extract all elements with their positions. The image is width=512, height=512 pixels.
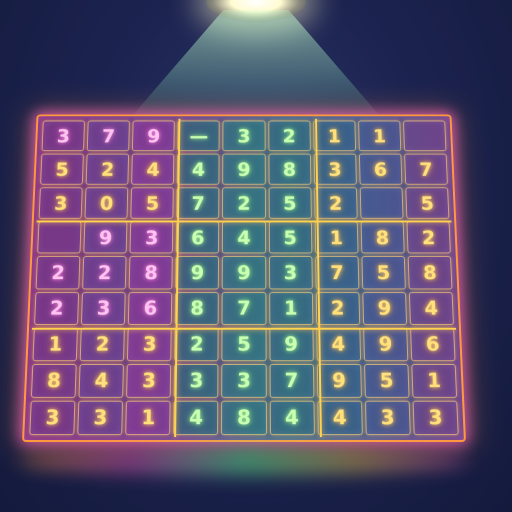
sudoku-cell-r3-c4[interactable]: 7 — [176, 187, 220, 220]
sudoku-cell-r2-c2[interactable]: 2 — [85, 153, 130, 185]
sudoku-cell-r7-c6[interactable]: 9 — [268, 327, 314, 361]
sudoku-cell-r6-c7[interactable]: 2 — [315, 291, 360, 325]
sudoku-cell-r7-c2[interactable]: 2 — [79, 327, 126, 361]
sudoku-cell-r9-c4[interactable]: 4 — [173, 400, 219, 436]
sudoku-cell-r2-c6[interactable]: 8 — [268, 153, 312, 185]
sudoku-cell-r3-c1[interactable]: 3 — [38, 187, 83, 220]
sudoku-cell-r5-c6[interactable]: 3 — [268, 256, 313, 289]
sudoku-cell-r4-c4[interactable]: 6 — [175, 221, 220, 254]
board-reflection — [20, 446, 468, 476]
sudoku-cell-r8-c5[interactable]: 3 — [221, 363, 267, 398]
sudoku-cell-r6-c4[interactable]: 8 — [174, 291, 220, 325]
sudoku-cell-r5-c9[interactable]: 8 — [407, 256, 453, 289]
sudoku-cell-r2-c4[interactable]: 4 — [176, 153, 220, 185]
sudoku-cell-r1-c4[interactable]: — — [177, 120, 221, 152]
sudoku-cell-r7-c3[interactable]: 3 — [127, 327, 173, 361]
sudoku-cell-r9-c3[interactable]: 1 — [125, 400, 171, 436]
sudoku-cell-r9-c5[interactable]: 8 — [221, 400, 267, 436]
sudoku-cell-r8-c3[interactable]: 3 — [126, 363, 172, 398]
sudoku-cell-r1-c2[interactable]: 7 — [86, 120, 131, 152]
sudoku-cell-r8-c6[interactable]: 7 — [269, 363, 315, 398]
sudoku-cell-r2-c9[interactable]: 7 — [404, 153, 448, 185]
sudoku-cell-r3-c5[interactable]: 2 — [222, 187, 266, 220]
sudoku-cell-r7-c7[interactable]: 4 — [315, 327, 361, 361]
sudoku-cell-r1-c7[interactable]: 1 — [312, 120, 356, 152]
sudoku-cell-r3-c8[interactable] — [359, 187, 404, 220]
sudoku-cell-r5-c8[interactable]: 5 — [361, 256, 406, 289]
sudoku-cell-r8-c9[interactable]: 1 — [411, 363, 458, 398]
sudoku-cell-r5-c2[interactable]: 2 — [82, 256, 127, 289]
sudoku-cell-r1-c6[interactable]: 2 — [267, 120, 311, 152]
sudoku-cell-r2-c5[interactable]: 9 — [222, 153, 266, 185]
sudoku-cell-r4-c5[interactable]: 4 — [222, 221, 266, 254]
sudoku-cell-r3-c6[interactable]: 5 — [268, 187, 312, 220]
sudoku-cell-r4-c2[interactable]: 9 — [83, 221, 128, 254]
sudoku-cell-r2-c1[interactable]: 5 — [40, 153, 84, 185]
sudoku-cell-r5-c3[interactable]: 8 — [128, 256, 174, 289]
sudoku-cell-r8-c4[interactable]: 3 — [173, 363, 219, 398]
sudoku-cell-r7-c1[interactable]: 1 — [32, 327, 79, 361]
sudoku-cell-r3-c3[interactable]: 5 — [130, 187, 175, 220]
sudoku-cell-r6-c5[interactable]: 7 — [221, 291, 267, 325]
sudoku-cell-r3-c9[interactable]: 5 — [405, 187, 450, 220]
sudoku-cell-r5-c1[interactable]: 2 — [35, 256, 81, 289]
sudoku-cell-r5-c7[interactable]: 7 — [314, 256, 360, 289]
sudoku-cell-r3-c2[interactable]: 0 — [84, 187, 129, 220]
sudoku-cell-r6-c6[interactable]: 1 — [268, 291, 313, 325]
sudoku-cell-r1-c8[interactable]: 1 — [357, 120, 402, 152]
sudoku-board: 3 7 9—3 2 1 1 5 2 4 4 9 8 3 6 7 3 0 5 7 2 5 2 5 9 3 6 4 5 1 8 2 2 2 8 9 9 3 7… — [22, 114, 466, 442]
sudoku-cell-r1-c3[interactable]: 9 — [132, 120, 176, 152]
sudoku-cell-r6-c2[interactable]: 3 — [81, 291, 126, 325]
sudoku-cell-r1-c5[interactable]: 3 — [222, 120, 266, 152]
sudoku-cell-r6-c3[interactable]: 6 — [128, 291, 173, 325]
sudoku-cell-r9-c7[interactable]: 4 — [317, 400, 363, 436]
sudoku-cell-r6-c8[interactable]: 9 — [362, 291, 407, 325]
box-divider-horizontal-1 — [36, 220, 452, 223]
sudoku-cell-r9-c1[interactable]: 3 — [29, 400, 76, 436]
sudoku-cell-r8-c8[interactable]: 5 — [363, 363, 410, 398]
sudoku-cell-r1-c9[interactable] — [402, 120, 447, 152]
sudoku-cell-r2-c8[interactable]: 6 — [358, 153, 403, 185]
sudoku-cell-r7-c9[interactable]: 6 — [409, 327, 456, 361]
sudoku-cell-r5-c5[interactable]: 9 — [222, 256, 266, 289]
sudoku-cell-r1-c1[interactable]: 3 — [41, 120, 86, 152]
sudoku-cell-r8-c1[interactable]: 8 — [30, 363, 77, 398]
sudoku-cell-r2-c7[interactable]: 3 — [313, 153, 357, 185]
sudoku-cell-r7-c5[interactable]: 5 — [221, 327, 267, 361]
sudoku-cell-r7-c4[interactable]: 2 — [174, 327, 220, 361]
sudoku-cell-r9-c8[interactable]: 3 — [364, 400, 411, 436]
spotlight-beam — [120, 10, 392, 130]
sudoku-cell-r6-c9[interactable]: 4 — [408, 291, 454, 325]
sudoku-cell-r4-c3[interactable]: 3 — [129, 221, 174, 254]
sudoku-cell-r8-c7[interactable]: 9 — [316, 363, 362, 398]
sudoku-cell-r3-c7[interactable]: 2 — [313, 187, 358, 220]
sudoku-cell-r7-c8[interactable]: 9 — [362, 327, 409, 361]
sudoku-cell-r5-c4[interactable]: 9 — [175, 256, 220, 289]
sudoku-cell-r4-c6[interactable]: 5 — [268, 221, 312, 254]
sudoku-cell-r4-c8[interactable]: 8 — [360, 221, 405, 254]
box-divider-horizontal-2 — [31, 327, 457, 330]
sudoku-cell-r9-c2[interactable]: 3 — [77, 400, 124, 436]
sudoku-cell-r9-c9[interactable]: 3 — [412, 400, 459, 436]
sudoku-cell-r4-c9[interactable]: 2 — [406, 221, 451, 254]
sudoku-cell-r8-c2[interactable]: 4 — [78, 363, 125, 398]
sudoku-cell-r9-c6[interactable]: 4 — [269, 400, 315, 436]
sudoku-cell-r4-c1[interactable] — [37, 221, 82, 254]
sudoku-cell-r2-c3[interactable]: 4 — [131, 153, 175, 185]
sudoku-cell-r6-c1[interactable]: 2 — [34, 291, 80, 325]
sudoku-cell-r4-c7[interactable]: 1 — [314, 221, 359, 254]
